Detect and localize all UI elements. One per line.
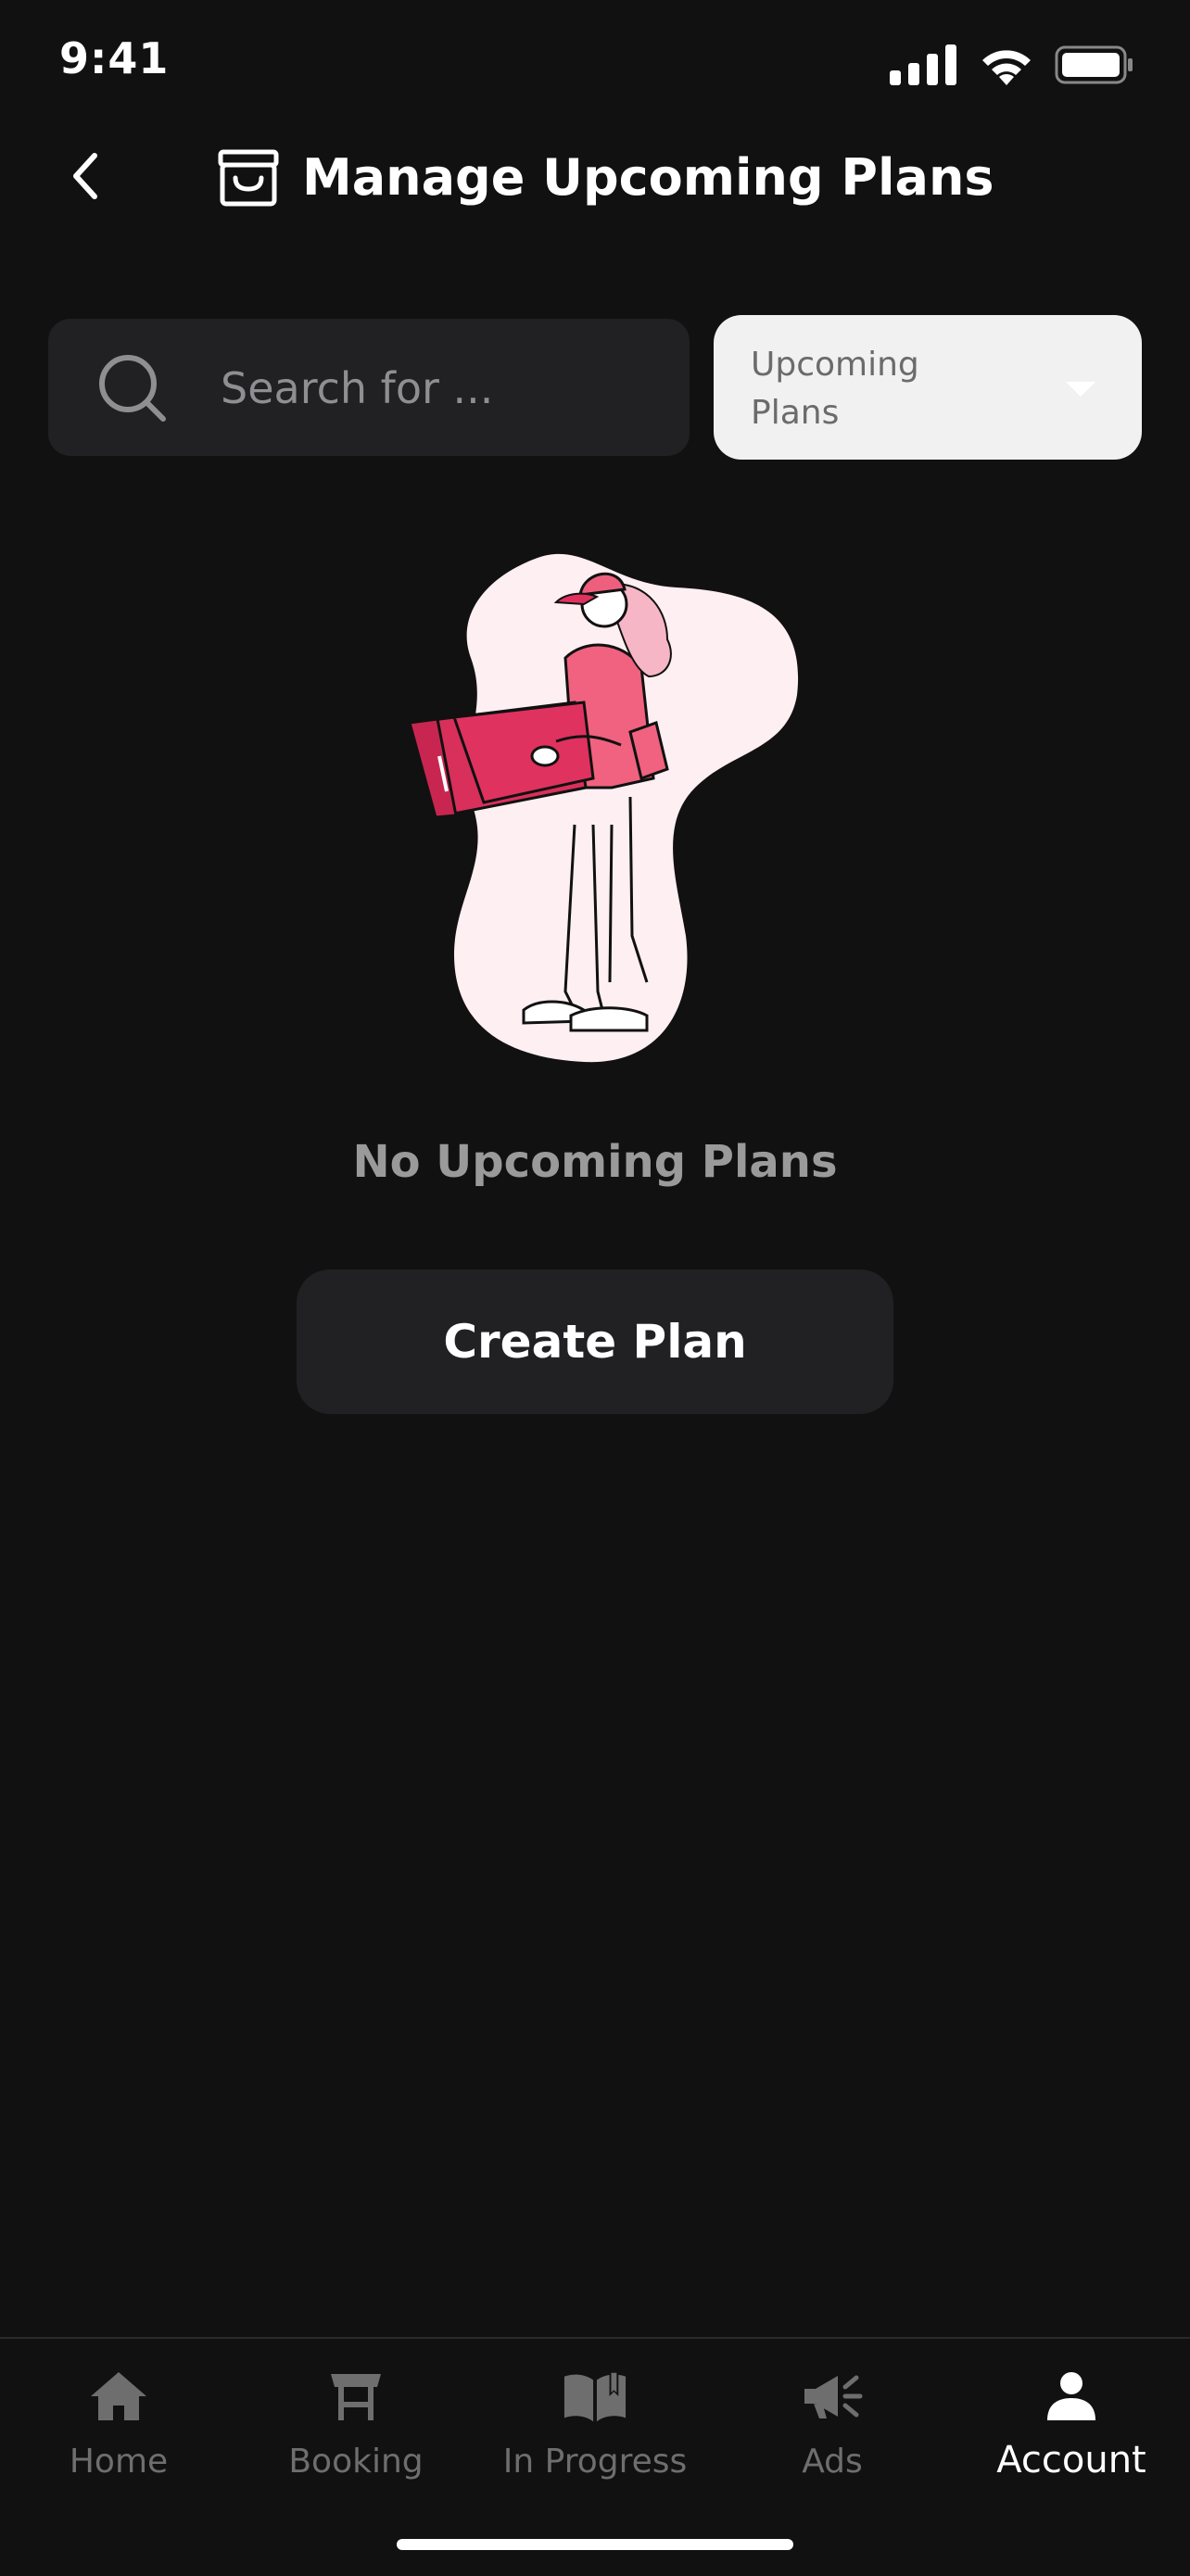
tab-label: Booking [288,2443,424,2481]
tab-home[interactable]: Home [0,2339,237,2524]
tab-label: Account [996,2439,1146,2481]
status-time: 9:41 [59,33,170,83]
signal-icon [890,44,956,85]
tab-ads[interactable]: Ads [714,2339,951,2524]
create-plan-button[interactable]: Create Plan [297,1269,893,1414]
search-input[interactable] [219,360,667,417]
tab-label: In Progress [502,2443,688,2481]
book-icon [563,2370,627,2422]
page-title: Manage Upcoming Plans [302,148,994,207]
home-indicator [397,2539,793,2550]
empty-state-illustration [408,553,799,1063]
battery-icon [1055,45,1133,84]
tab-account[interactable]: Account [953,2339,1190,2524]
archive-box-icon [218,149,279,207]
back-button[interactable] [56,139,115,213]
megaphone-icon [804,2375,863,2418]
empty-state-title: No Upcoming Plans [352,1136,838,1188]
user-icon [1047,2372,1095,2420]
tab-label: Ads [802,2443,863,2481]
filter-label-line1: Upcoming [751,346,919,384]
search-icon [99,355,166,422]
chevron-left-icon [73,153,97,199]
filter-dropdown[interactable]: Upcoming Plans [714,315,1142,460]
filter-dropdown-label: Upcoming Plans [751,341,1029,437]
home-icon [91,2372,146,2420]
screen: 9:41 Manage Upcoming Plans Search for ..… [0,0,1190,2576]
wifi-icon [982,50,1031,85]
filter-label-line2: Plans [751,394,840,432]
tab-in-progress[interactable]: In Progress [476,2339,714,2524]
table-icon [331,2374,381,2420]
chevron-down-icon [1066,382,1095,397]
tab-booking[interactable]: Booking [237,2339,475,2524]
status-icons [890,44,1134,85]
tab-label: Home [69,2443,169,2481]
search-box[interactable] [48,319,690,456]
